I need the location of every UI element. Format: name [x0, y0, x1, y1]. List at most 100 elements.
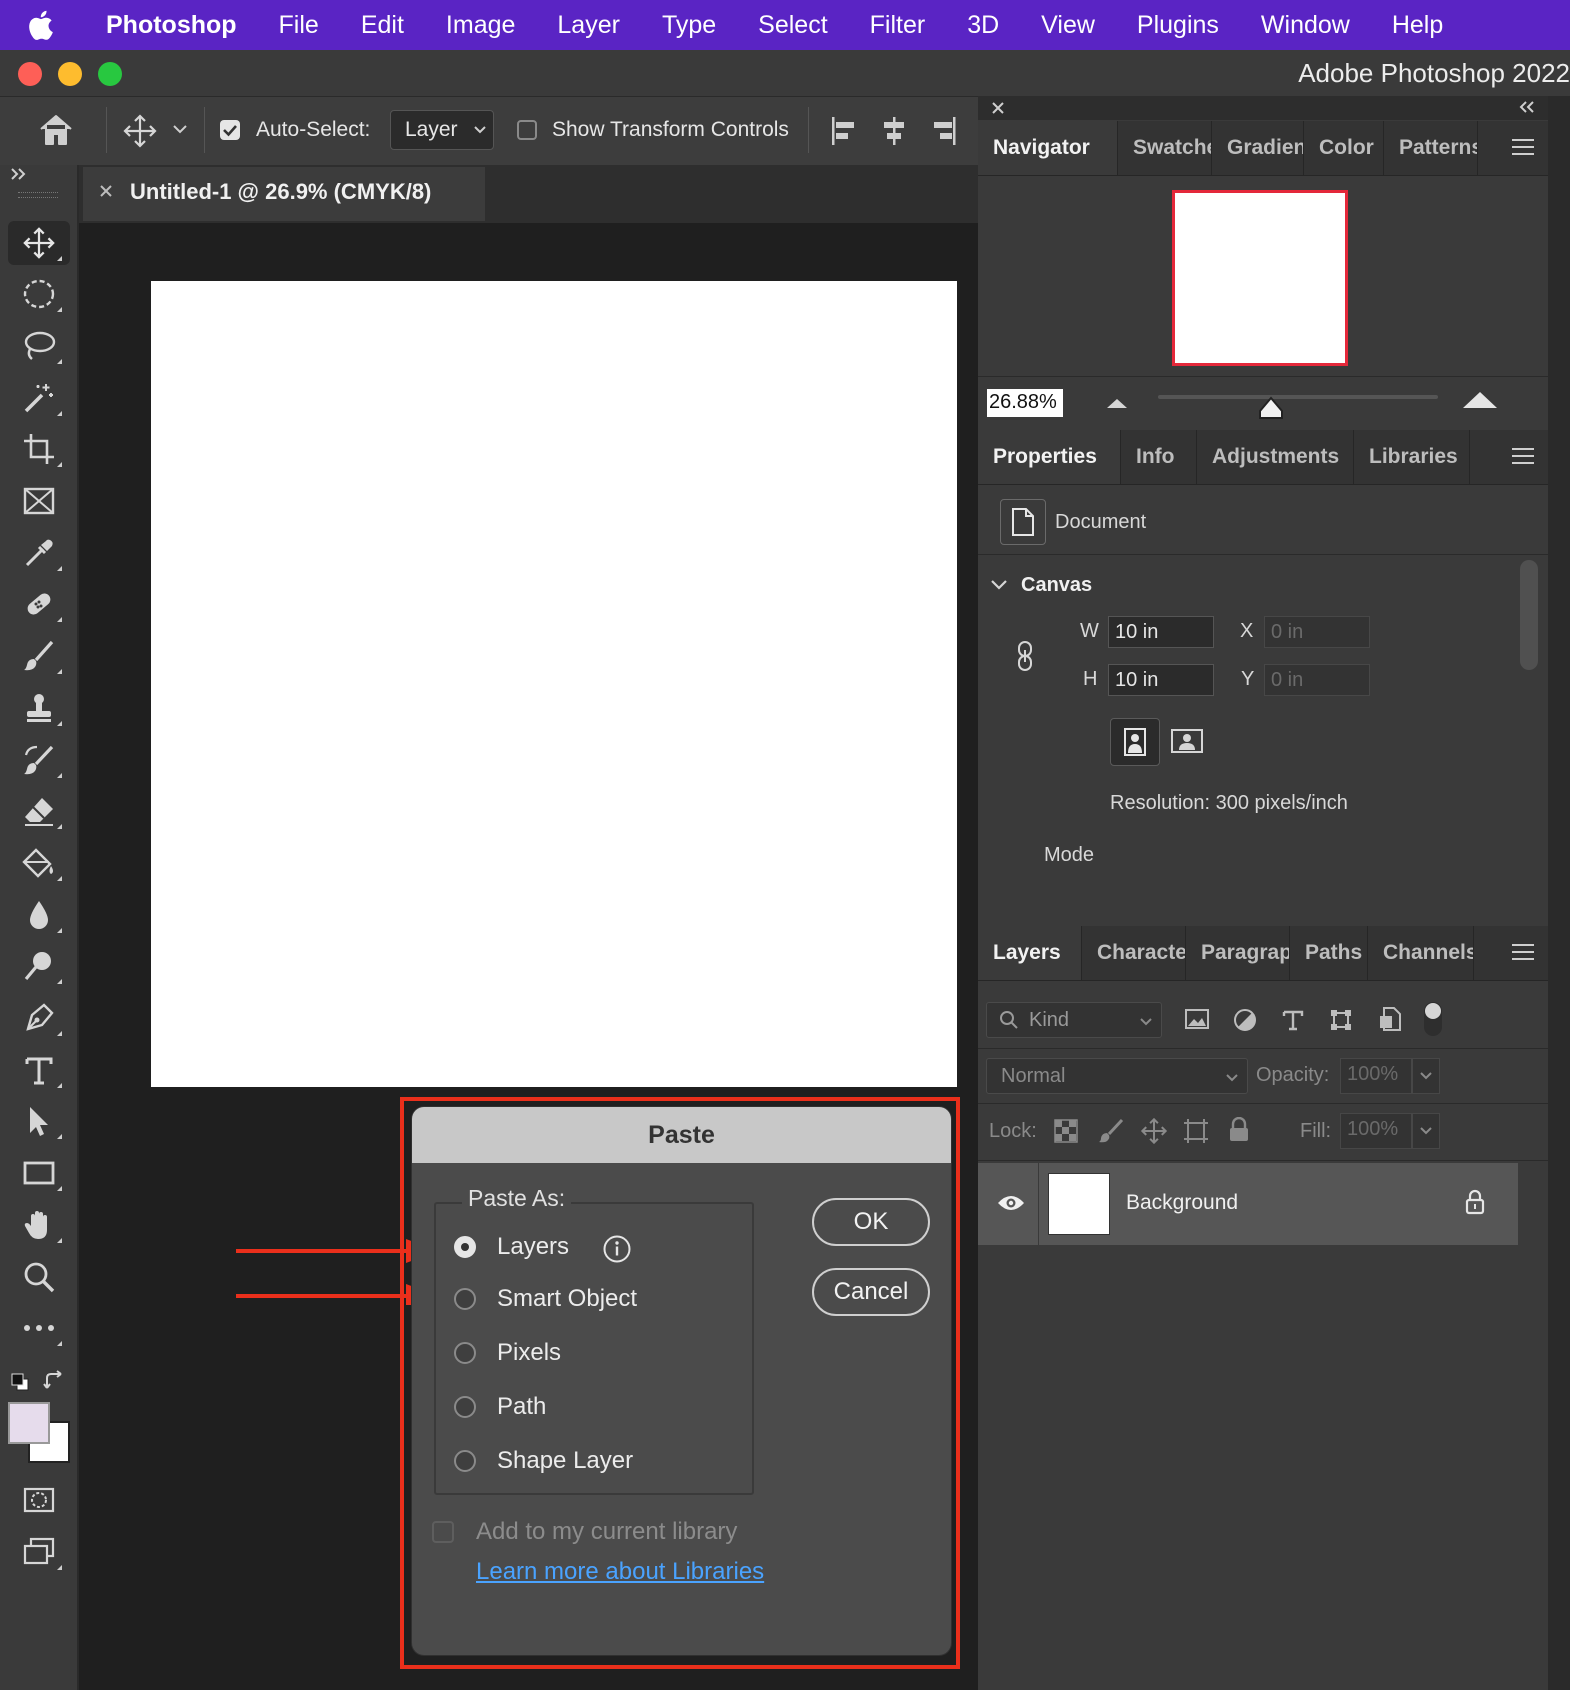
show-transform-controls-checkbox[interactable]: [517, 120, 537, 140]
auto-select-checkbox[interactable]: [220, 120, 240, 140]
radio-shape-layer[interactable]: [454, 1450, 476, 1472]
tab-gradients[interactable]: Gradients: [1212, 121, 1304, 175]
magic-wand-tool[interactable]: [8, 376, 70, 420]
lock-all-icon[interactable]: [1228, 1117, 1250, 1143]
lock-position-icon[interactable]: [1140, 1117, 1168, 1145]
menu-help[interactable]: Help: [1392, 11, 1443, 40]
default-colors-icon[interactable]: [10, 1372, 30, 1392]
navigator-zoom-field[interactable]: 26.88%: [987, 389, 1063, 417]
add-to-library-checkbox[interactable]: [432, 1521, 454, 1543]
tab-info[interactable]: Info: [1121, 430, 1197, 484]
zoom-out-mountain-icon[interactable]: [1106, 396, 1128, 410]
menu-filter[interactable]: Filter: [870, 11, 926, 40]
menu-image[interactable]: Image: [446, 11, 515, 40]
menu-select[interactable]: Select: [758, 11, 827, 40]
layer-filter-kind-dropdown[interactable]: Kind: [986, 1002, 1162, 1038]
canvas-x-field[interactable]: 0 in: [1264, 616, 1370, 648]
tab-character[interactable]: Character: [1082, 926, 1186, 980]
radio-layers[interactable]: [454, 1236, 476, 1258]
history-brush-tool[interactable]: [8, 738, 70, 782]
tab-channels[interactable]: Channels: [1368, 926, 1474, 980]
tab-properties[interactable]: Properties: [978, 430, 1121, 484]
learn-more-libraries-link[interactable]: Learn more about Libraries: [476, 1558, 764, 1586]
swap-colors-icon[interactable]: [43, 1370, 65, 1392]
foreground-color-swatch[interactable]: [8, 1402, 50, 1444]
canvas-y-field[interactable]: 0 in: [1264, 664, 1370, 696]
align-left-edges-icon[interactable]: [830, 115, 858, 147]
layers-panel-menu-icon[interactable]: [1512, 944, 1534, 965]
move-tool[interactable]: [8, 221, 70, 265]
lock-artboard-icon[interactable]: [1182, 1117, 1210, 1145]
cancel-button[interactable]: Cancel: [812, 1268, 930, 1316]
healing-brush-tool[interactable]: [8, 582, 70, 626]
tool-preset-chevron-down-icon[interactable]: [172, 123, 188, 135]
fill-dropdown-button[interactable]: [1412, 1113, 1440, 1149]
tab-adjustments[interactable]: Adjustments: [1197, 430, 1354, 484]
fill-field[interactable]: 100%: [1340, 1113, 1412, 1149]
align-right-edges-icon[interactable]: [930, 115, 958, 147]
expand-panel-chevrons-icon[interactable]: [10, 167, 28, 181]
radio-smart-object[interactable]: [454, 1288, 476, 1310]
navigator-zoom-slider[interactable]: [1158, 395, 1438, 399]
properties-scrollbar[interactable]: [1520, 560, 1538, 670]
radio-pixels[interactable]: [454, 1342, 476, 1364]
toolbar-grip[interactable]: [18, 192, 58, 198]
menu-app-photoshop[interactable]: Photoshop: [106, 11, 237, 40]
filter-pixel-layers-icon[interactable]: [1184, 1008, 1210, 1030]
portrait-orientation-button[interactable]: [1110, 718, 1160, 766]
type-tool[interactable]: [8, 1048, 70, 1092]
lock-image-pixels-icon[interactable]: [1098, 1118, 1124, 1144]
document-canvas[interactable]: [151, 281, 957, 1087]
frame-tool[interactable]: [8, 479, 70, 523]
filter-shape-layers-icon[interactable]: [1329, 1008, 1353, 1032]
rectangle-tool[interactable]: [8, 1151, 70, 1195]
landscape-orientation-button[interactable]: [1170, 728, 1204, 754]
hand-tool[interactable]: [8, 1203, 70, 1247]
tab-paths[interactable]: Paths: [1290, 926, 1368, 980]
tab-layers[interactable]: Layers: [978, 926, 1082, 980]
edit-toolbar-button[interactable]: [8, 1306, 70, 1350]
pen-tool[interactable]: [8, 996, 70, 1040]
auto-select-dropdown[interactable]: Layer: [390, 110, 494, 150]
zoom-slider-thumb[interactable]: [1258, 396, 1284, 420]
filter-smart-objects-icon[interactable]: [1378, 1006, 1402, 1032]
layer-filter-toggle[interactable]: [1424, 1002, 1442, 1036]
opacity-dropdown-button[interactable]: [1412, 1058, 1440, 1094]
screen-mode-button[interactable]: [8, 1530, 70, 1574]
menu-3d[interactable]: 3D: [967, 11, 999, 40]
option-layers-label[interactable]: Layers: [497, 1233, 569, 1261]
ok-button[interactable]: OK: [812, 1198, 930, 1246]
lock-transparent-pixels-icon[interactable]: [1054, 1119, 1078, 1143]
crop-tool[interactable]: [8, 427, 70, 471]
close-tab-icon[interactable]: [97, 182, 115, 200]
eye-visibility-icon[interactable]: [996, 1193, 1026, 1213]
home-icon[interactable]: [38, 113, 74, 147]
tab-libraries[interactable]: Libraries: [1354, 430, 1470, 484]
apple-menu-icon[interactable]: [0, 10, 80, 40]
tab-paragraph[interactable]: Paragraph: [1186, 926, 1290, 980]
tab-patterns[interactable]: Patterns: [1384, 121, 1478, 175]
dodge-tool[interactable]: [8, 944, 70, 988]
close-panel-icon[interactable]: [990, 100, 1006, 116]
brush-tool[interactable]: [8, 634, 70, 678]
minimize-window-button[interactable]: [58, 62, 82, 86]
menu-type[interactable]: Type: [662, 11, 716, 40]
menu-layer[interactable]: Layer: [557, 11, 620, 40]
navigator-thumbnail[interactable]: [1172, 190, 1348, 366]
filter-adjustment-layers-icon[interactable]: [1233, 1008, 1257, 1032]
move-tool-preset-icon[interactable]: [122, 113, 158, 149]
menu-file[interactable]: File: [279, 11, 319, 40]
zoom-window-button[interactable]: [98, 62, 122, 86]
zoom-in-mountain-icon[interactable]: [1462, 390, 1498, 410]
menu-plugins[interactable]: Plugins: [1137, 11, 1219, 40]
option-shape-layer-label[interactable]: Shape Layer: [497, 1447, 633, 1475]
zoom-tool[interactable]: [8, 1255, 70, 1299]
info-icon[interactable]: [602, 1234, 632, 1264]
collapse-panels-icon[interactable]: [1518, 100, 1536, 114]
tab-swatches[interactable]: Swatches: [1118, 121, 1212, 175]
tab-color[interactable]: Color: [1304, 121, 1384, 175]
menu-window[interactable]: Window: [1261, 11, 1350, 40]
lasso-tool[interactable]: [8, 324, 70, 368]
option-smart-object-label[interactable]: Smart Object: [497, 1285, 637, 1313]
close-window-button[interactable]: [18, 62, 42, 86]
